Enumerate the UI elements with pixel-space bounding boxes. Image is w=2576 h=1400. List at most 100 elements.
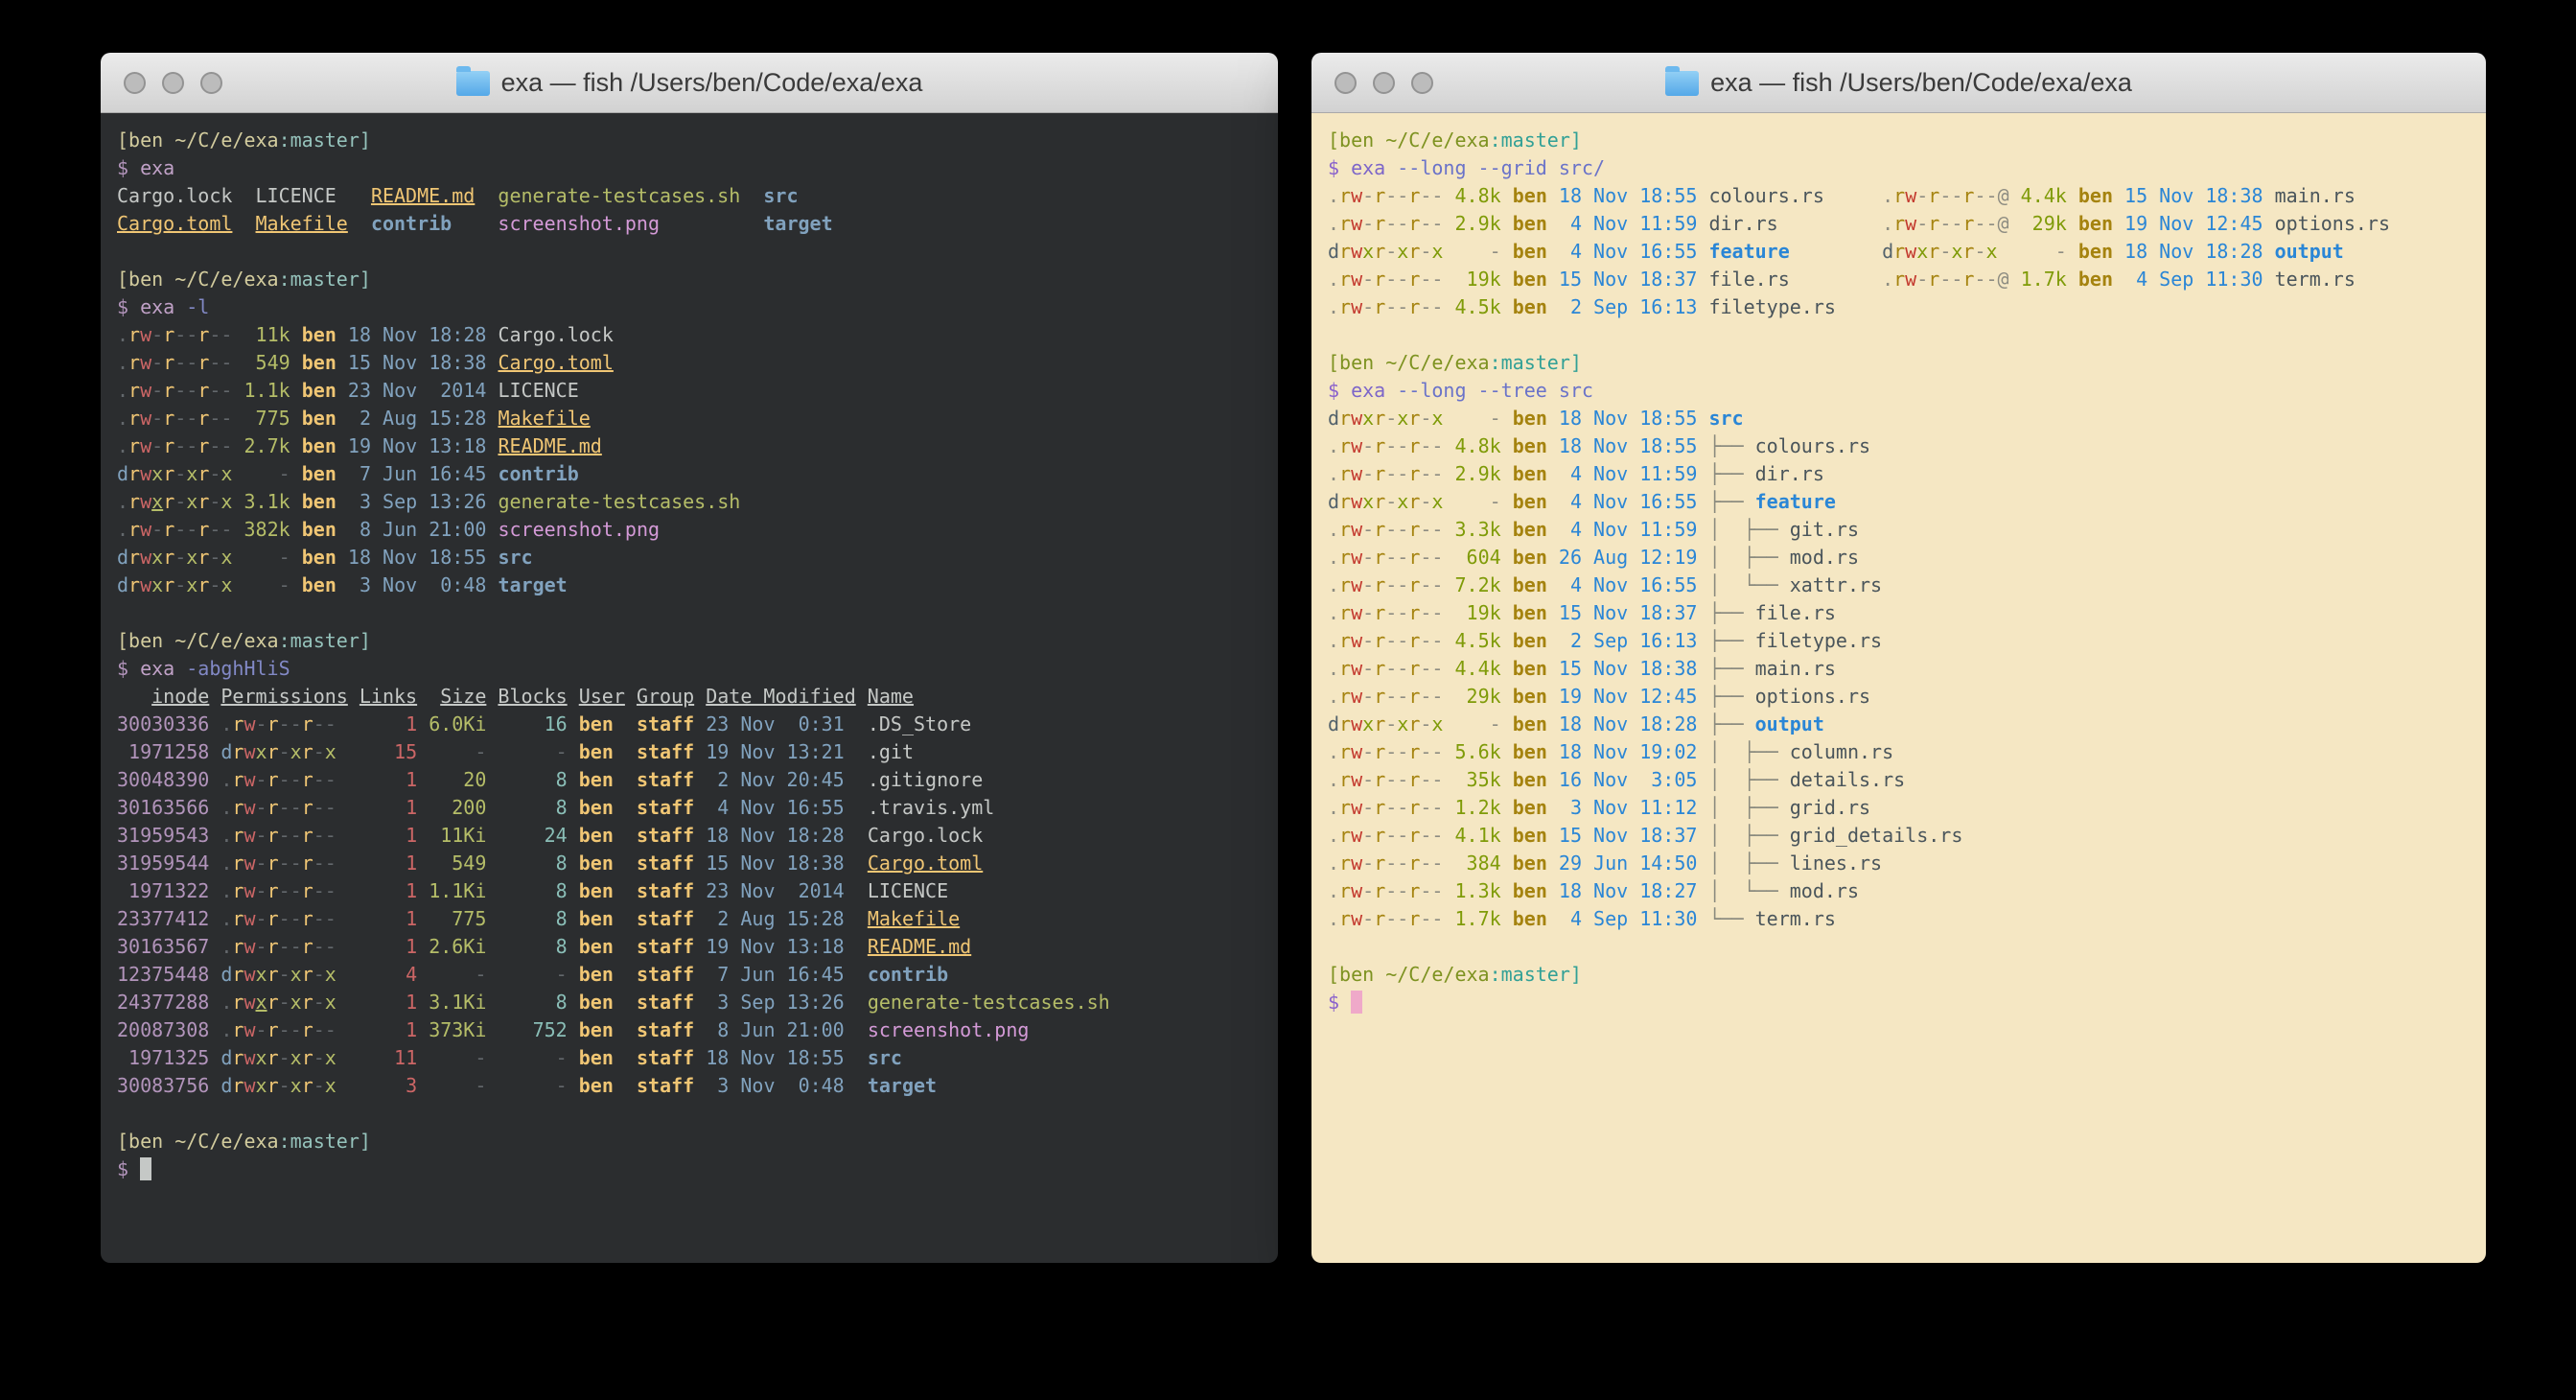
segment-space	[337, 434, 348, 457]
terminal-line	[1328, 933, 2486, 961]
terminal-content-dark[interactable]: [ben ~/C/e/exa:master]$ exaCargo.lock LI…	[101, 113, 1278, 1263]
segment-date: 3 Nov 11:12	[1559, 796, 1698, 819]
segment-space	[486, 1074, 498, 1097]
segment-space	[568, 1046, 579, 1069]
segment-space	[845, 796, 868, 819]
segment-size: 1.2k	[1455, 796, 1501, 819]
permission-char: .	[1328, 573, 1339, 596]
permission-char: -	[1986, 268, 1998, 291]
permission-char: r	[1408, 740, 1420, 763]
permission-char: r	[267, 991, 279, 1014]
permission-char: r	[1408, 685, 1420, 708]
segment-space	[209, 824, 220, 847]
segment-inode: 31959544	[117, 852, 209, 875]
segment-space	[1547, 852, 1559, 875]
permission-char: -	[1385, 518, 1397, 541]
segment-size: 29k	[2021, 212, 2067, 235]
segment-size: 373Ki	[429, 1018, 486, 1041]
segment-space	[694, 907, 706, 930]
segment-tree: ├──	[1708, 490, 1754, 513]
segment-space	[1501, 518, 1513, 541]
segment-space	[1501, 268, 1513, 291]
segment-user: ben	[579, 712, 614, 735]
permission-char: x	[290, 1046, 302, 1069]
permission-char: -	[1397, 212, 1408, 235]
terminal-line: .rw-r--r-- 35k ben 16 Nov 3:05 │ ├── det…	[1328, 766, 2486, 794]
segment-ul: Cargo.toml	[117, 212, 232, 235]
permission-char: r	[302, 824, 313, 847]
segment-date: 18 Nov 19:02	[1559, 740, 1698, 763]
segment-fg: mod.rs	[1790, 546, 1859, 569]
permission-char: -	[1385, 240, 1397, 263]
segment-space	[1443, 518, 1454, 541]
close-button[interactable]	[1334, 72, 1357, 94]
permission-char: -	[279, 963, 290, 986]
segment-user: ben	[302, 351, 337, 374]
permission-char: .	[1882, 212, 1893, 235]
permission-char: .	[1328, 434, 1339, 457]
permission-char: -	[174, 490, 186, 513]
permission-char: r	[1408, 907, 1420, 930]
permission-char: -	[313, 1018, 325, 1041]
minimize-button[interactable]	[1373, 72, 1395, 94]
permission-char: r	[128, 407, 140, 430]
segment-space	[417, 740, 429, 763]
segment-fg: term.rs	[1755, 907, 1836, 930]
segment-space	[348, 212, 371, 235]
segment-space	[475, 184, 498, 207]
segment-space	[2113, 268, 2124, 291]
segment-links: 1	[337, 935, 417, 958]
segment-space	[417, 685, 440, 708]
segment-space	[1443, 796, 1454, 819]
terminal-line: [ben ~/C/e/exa:master]	[117, 266, 1278, 293]
permission-char: -	[1420, 434, 1431, 457]
permission-char: -	[1420, 407, 1431, 430]
permission-char: r	[1339, 824, 1351, 847]
titlebar[interactable]: exa — fish /Users/ben/Code/exa/exa	[1311, 53, 2486, 113]
close-button[interactable]	[124, 72, 146, 94]
segment-space	[290, 351, 302, 374]
permission-char: .	[1328, 907, 1339, 930]
segment-user: ben	[579, 796, 614, 819]
segment-links: 4	[337, 963, 417, 986]
segment-tree: │ ├──	[1708, 740, 1789, 763]
permission-char: r	[1408, 796, 1420, 819]
segment-date: 4 Nov 11:59	[1559, 212, 1698, 235]
segment-fg: mod.rs	[1790, 879, 1859, 902]
permission-char: -	[1939, 268, 1951, 291]
segment-space	[1547, 824, 1559, 847]
segment-date: 4 Nov 16:55	[1559, 240, 1698, 263]
segment-cmd: exa	[140, 295, 174, 318]
permission-char: r	[197, 546, 209, 569]
segment-space	[1443, 629, 1454, 652]
segment-space	[417, 824, 429, 847]
permission-char: -	[1362, 740, 1374, 763]
segment-user: ben	[579, 935, 614, 958]
zoom-button[interactable]	[200, 72, 222, 94]
terminal-line: 1971322 .rw-r--r-- 1 1.1Ki 8 ben staff 2…	[117, 877, 1278, 905]
titlebar[interactable]: exa — fish /Users/ben/Code/exa/exa	[101, 53, 1278, 113]
segment-space	[290, 573, 302, 596]
segment-dim: -	[429, 963, 486, 986]
permission-char: -	[256, 907, 267, 930]
segment-user: staff	[637, 1074, 694, 1097]
permission-char: -	[256, 768, 267, 791]
minimize-button[interactable]	[162, 72, 184, 94]
segment-space	[1443, 740, 1454, 763]
segment-space	[1501, 212, 1513, 235]
permission-char: -	[174, 546, 186, 569]
segment-space	[486, 1018, 498, 1041]
segment-user: staff	[637, 852, 694, 875]
permission-char: x	[256, 1074, 267, 1097]
permission-char: r	[267, 963, 279, 986]
segment-user: ben	[579, 1074, 614, 1097]
permission-char: r	[163, 546, 174, 569]
permission-char: d	[220, 1074, 232, 1097]
permission-char: r	[1408, 518, 1420, 541]
segment-fg: filetype.rs	[1708, 295, 1835, 318]
terminal-content-light[interactable]: [ben ~/C/e/exa:master]$ exa --long --gri…	[1311, 113, 2486, 1263]
permission-char: w	[244, 1074, 255, 1097]
segment-space	[1547, 573, 1559, 596]
zoom-button[interactable]	[1411, 72, 1433, 94]
segment-space	[694, 768, 706, 791]
